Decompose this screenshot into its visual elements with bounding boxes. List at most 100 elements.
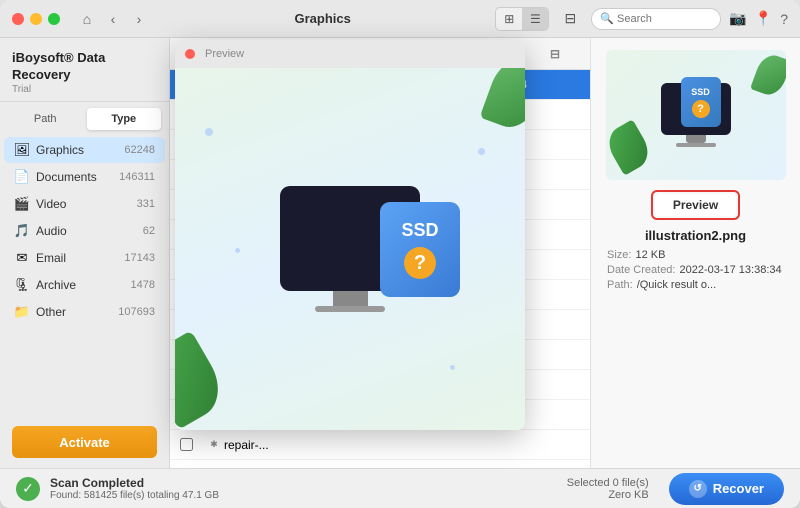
close-button[interactable]: [12, 13, 24, 25]
sidebar-label-other: Other: [36, 305, 112, 319]
big-monitor-base: [315, 306, 385, 312]
big-monitor-stand: [333, 291, 368, 306]
sidebar-item-email[interactable]: ✉ Email 17143: [4, 245, 165, 271]
sidebar-activate: Activate: [0, 416, 169, 468]
preview-filename: illustration2.png: [645, 228, 746, 243]
table-row[interactable]: ✱ repair-...: [170, 430, 590, 460]
view-toggle: ⊞ ☰: [495, 7, 549, 31]
monitor-stand: [686, 135, 706, 143]
sidebar-label-graphics: Graphics: [36, 143, 118, 157]
overlay-titlebar: Preview: [175, 40, 525, 68]
scan-complete-icon: ✓: [16, 477, 40, 501]
preview-metadata: Size: 12 KB Date Created: 2022-03-17 13:…: [603, 249, 788, 294]
sidebar-label-archive: Archive: [36, 278, 125, 292]
preview-panel: SSD ? Preview illustration2.png Size: 12…: [590, 38, 800, 468]
window-title: Graphics: [158, 11, 487, 26]
dot-decoration: [205, 128, 213, 136]
overlay-title: Preview: [205, 48, 244, 60]
scan-detail: Found: 581425 file(s) totaling 47.1 GB: [50, 490, 557, 501]
sidebar-count-audio: 62: [143, 225, 155, 237]
sidebar-item-graphics[interactable]: 🖼 Graphics 62248: [4, 137, 165, 163]
path-label: Path:: [607, 279, 633, 291]
grid-view-button[interactable]: ⊞: [496, 8, 522, 30]
sidebar-count-graphics: 62248: [124, 144, 155, 156]
meta-date-row: Date Created: 2022-03-17 13:38:34: [607, 264, 784, 276]
toolbar-right: ⊞ ☰ ⊟ 🔍 📷 📍 ?: [495, 7, 788, 31]
main-window: ⌂ ‹ › Graphics ⊞ ☰ ⊟ 🔍 📷 📍 ? iBoysoft® D…: [0, 0, 800, 508]
sidebar-item-archive[interactable]: 🗜 Archive 1478: [4, 272, 165, 298]
home-button[interactable]: ⌂: [76, 8, 98, 30]
recover-button[interactable]: ↺ Recover: [669, 473, 784, 505]
meta-path-row: Path: /Quick result o...: [607, 279, 784, 291]
recover-label: Recover: [713, 481, 764, 496]
overlay-close-button[interactable]: [185, 49, 195, 59]
sidebar-header: iBoysoft® Data Recovery Trial: [0, 38, 169, 102]
titlebar: ⌂ ‹ › Graphics ⊞ ☰ ⊟ 🔍 📷 📍 ?: [0, 0, 800, 38]
location-button[interactable]: 📍: [755, 10, 772, 27]
audio-icon: 🎵: [14, 223, 30, 239]
ssd-icon: SSD ?: [681, 77, 721, 127]
sidebar-count-archive: 1478: [131, 279, 155, 291]
statusbar: ✓ Scan Completed Found: 581425 file(s) t…: [0, 468, 800, 508]
selected-files-size: Zero KB: [567, 489, 649, 501]
preview-overlay-popup: Preview SSD ?: [175, 40, 525, 430]
sidebar-item-documents[interactable]: 📄 Documents 146311: [4, 164, 165, 190]
big-leaf-right: [480, 68, 525, 134]
big-monitor-illustration: SSD ?: [280, 186, 420, 312]
preview-button-frame: Preview: [651, 190, 740, 220]
activate-button[interactable]: Activate: [12, 426, 157, 458]
size-label: Size:: [607, 249, 631, 261]
filter-button[interactable]: ⊟: [557, 8, 583, 30]
dot-decoration: [478, 148, 485, 155]
search-box: 🔍: [591, 8, 721, 30]
size-value: 12 KB: [635, 249, 665, 261]
leaf-decoration-right: [750, 51, 786, 99]
dot-decoration: [235, 248, 240, 253]
sidebar-item-video[interactable]: 🎬 Video 331: [4, 191, 165, 217]
sidebar-item-audio[interactable]: 🎵 Audio 62: [4, 218, 165, 244]
help-button[interactable]: ?: [780, 11, 788, 27]
date-label: Date Created:: [607, 264, 675, 276]
preview-thumbnail: SSD ?: [606, 50, 786, 180]
tab-path[interactable]: Path: [8, 108, 83, 130]
header-actions: ⊟: [550, 47, 580, 61]
monitor-base: [676, 143, 716, 147]
sidebar-label-video: Video: [36, 197, 131, 211]
column-settings-icon[interactable]: ⊟: [550, 47, 560, 61]
sidebar-count-documents: 146311: [119, 171, 155, 183]
scan-title: Scan Completed: [50, 476, 557, 490]
tab-type[interactable]: Type: [87, 108, 162, 130]
date-value: 2022-03-17 13:38:34: [679, 264, 781, 276]
question-icon: ?: [692, 100, 710, 118]
back-button[interactable]: ‹: [102, 8, 124, 30]
forward-button[interactable]: ›: [128, 8, 150, 30]
sidebar-item-other[interactable]: 📁 Other 107693: [4, 299, 165, 325]
sidebar-count-video: 331: [137, 198, 155, 210]
file-name: repair-...: [224, 438, 345, 452]
sidebar-label-documents: Documents: [36, 170, 113, 184]
leaf-decoration-left: [606, 119, 655, 175]
sidebar-count-other: 107693: [118, 306, 155, 318]
other-icon: 📁: [14, 304, 30, 320]
row-checkbox[interactable]: [180, 438, 204, 451]
trial-badge: Trial: [12, 84, 157, 95]
overlay-content: SSD ?: [175, 68, 525, 430]
big-ssd-label: SSD: [401, 220, 438, 241]
minimize-button[interactable]: [30, 13, 42, 25]
camera-button[interactable]: 📷: [729, 10, 746, 27]
sidebar-tab-row: Path Type: [0, 102, 169, 136]
traffic-lights: [12, 13, 60, 25]
video-icon: 🎬: [14, 196, 30, 212]
search-input[interactable]: [617, 13, 712, 25]
sidebar-item-list: 🖼 Graphics 62248 📄 Documents 146311 🎬 Vi…: [0, 136, 169, 416]
fullscreen-button[interactable]: [48, 13, 60, 25]
email-icon: ✉: [14, 250, 30, 266]
meta-size-row: Size: 12 KB: [607, 249, 784, 261]
table-row[interactable]: ✱ repair-...: [170, 460, 590, 468]
preview-button[interactable]: Preview: [655, 194, 736, 216]
scan-text-area: Scan Completed Found: 581425 file(s) tot…: [50, 476, 557, 501]
ssd-label: SSD: [691, 87, 710, 97]
search-icon: 🔍: [600, 12, 614, 25]
list-view-button[interactable]: ☰: [522, 8, 548, 30]
sidebar-label-audio: Audio: [36, 224, 137, 238]
